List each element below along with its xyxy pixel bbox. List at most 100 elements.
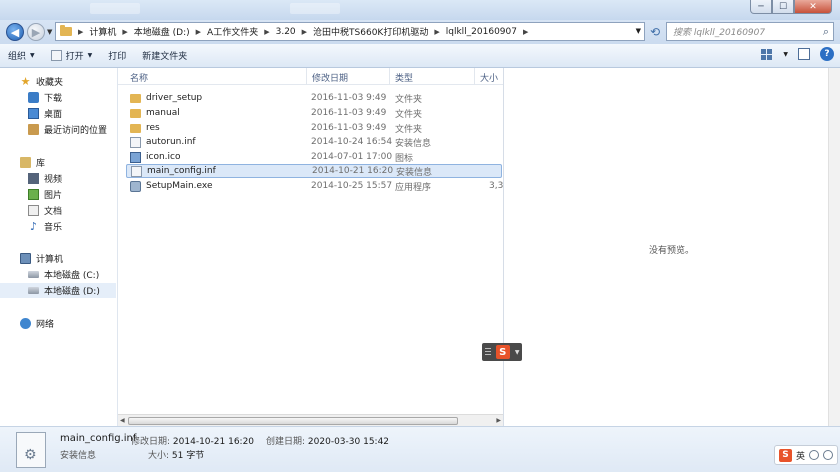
breadcrumb-current[interactable]: lqlkll_20160907	[446, 27, 517, 37]
column-header-type[interactable]: 类型	[395, 71, 413, 84]
column-divider[interactable]	[389, 68, 390, 85]
file-date: 2014-10-21 16:20	[312, 166, 394, 176]
file-date: 2016-11-03 9:49	[311, 123, 387, 133]
chevron-right-icon[interactable]: ▶	[122, 28, 127, 36]
ime-status-tray[interactable]: S 英	[773, 445, 838, 465]
file-date: 2016-11-03 9:49	[311, 93, 387, 103]
file-row[interactable]: driver_setup 2016-11-03 9:49 文件夹	[126, 91, 502, 105]
column-header-name[interactable]: 名称	[130, 71, 148, 84]
emoji-icon[interactable]	[823, 450, 833, 460]
picture-icon	[28, 189, 39, 200]
detail-modified-label: 修改日期:	[131, 437, 171, 447]
sidebar-item-drive-d[interactable]: 本地磁盘 (D:)	[0, 283, 116, 298]
sidebar-item-label: 下载	[44, 94, 63, 104]
sidebar-item-documents[interactable]: 文档	[28, 203, 62, 218]
breadcrumb-printer-driver[interactable]: 沧田中税TS660K打印机驱动	[313, 25, 428, 38]
sidebar-item-computer[interactable]: 计算机	[20, 251, 63, 266]
chevron-right-icon[interactable]: ▶	[196, 28, 201, 36]
sidebar-item-downloads[interactable]: 下载	[28, 90, 62, 105]
vertical-scrollbar[interactable]	[828, 68, 840, 426]
sidebar-item-favorites[interactable]: ★ 收藏夹	[20, 74, 63, 89]
sidebar-item-label: 本地磁盘 (C:)	[44, 271, 100, 281]
title-bar: ─ ☐ ✕	[0, 0, 840, 20]
sidebar-item-music[interactable]: ♪ 音乐	[28, 219, 62, 234]
ime-toolbar[interactable]: S ▼	[482, 343, 522, 361]
sidebar-item-label: 本地磁盘 (D:)	[44, 287, 100, 297]
detail-modified: 修改日期: 2014-10-21 16:20	[131, 434, 254, 447]
sogou-icon[interactable]: S	[778, 448, 792, 462]
network-icon	[20, 318, 31, 329]
chevron-down-icon: ▼	[87, 52, 93, 59]
organize-button[interactable]: 组织 ▼	[0, 44, 43, 68]
column-divider[interactable]	[474, 68, 475, 85]
forward-button[interactable]: ▶	[27, 23, 45, 41]
maximize-button[interactable]: ☐	[772, 0, 794, 14]
refresh-icon[interactable]: ⟲	[647, 24, 663, 40]
scroll-right-icon[interactable]: ▶	[496, 417, 501, 424]
file-row[interactable]: manual 2016-11-03 9:49 文件夹	[126, 106, 502, 120]
detail-file-name: main_config.inf	[60, 433, 137, 444]
chevron-right-icon[interactable]: ▶	[434, 28, 439, 36]
address-bar[interactable]: ▶ 计算机 ▶ 本地磁盘 (D:) ▶ A工作文件夹 ▶ 3.20 ▶ 沧田中税…	[55, 22, 645, 41]
breadcrumb-computer[interactable]: 计算机	[89, 25, 116, 38]
file-size: 3,3	[489, 181, 504, 191]
change-view-icon[interactable]	[759, 47, 773, 61]
address-dropdown-icon[interactable]: ▼	[636, 27, 641, 35]
view-dropdown-icon[interactable]: ▼	[783, 51, 788, 58]
close-button[interactable]: ✕	[794, 0, 832, 14]
open-file-icon	[50, 50, 62, 61]
scrollbar-thumb[interactable]	[128, 417, 458, 425]
language-indicator[interactable]: 英	[796, 449, 805, 462]
history-dropdown-icon[interactable]: ▼	[47, 28, 52, 36]
horizontal-scrollbar[interactable]: ◀ ▶	[118, 414, 503, 426]
sidebar-item-desktop[interactable]: 桌面	[28, 106, 62, 121]
breadcrumb-work-folder[interactable]: A工作文件夹	[207, 25, 258, 38]
file-row[interactable]: autorun.inf 2014-10-24 16:54 安装信息	[126, 135, 502, 149]
search-icon[interactable]: ⌕	[823, 25, 829, 39]
no-preview-message: 没有预览。	[649, 246, 695, 256]
sidebar-item-pictures[interactable]: 图片	[28, 187, 62, 202]
breadcrumb-320[interactable]: 3.20	[276, 27, 296, 37]
file-row[interactable]: res 2016-11-03 9:49 文件夹	[126, 121, 502, 135]
file-name: icon.ico	[146, 152, 181, 162]
chevron-right-icon[interactable]: ▶	[302, 28, 307, 36]
column-header-row: 名称 修改日期 类型 大小	[118, 68, 503, 85]
file-row[interactable]: icon.ico 2014-07-01 17:00 图标	[126, 150, 502, 164]
punctuation-icon[interactable]	[809, 450, 819, 460]
recent-places-icon	[28, 124, 39, 135]
sidebar-item-label: 网络	[36, 320, 55, 330]
file-row[interactable]: SetupMain.exe 2014-10-25 15:57 应用程序 3,3	[126, 179, 504, 193]
file-row-selected[interactable]: main_config.inf 2014-10-21 16:20 安装信息	[126, 164, 502, 178]
download-icon	[28, 92, 39, 103]
chevron-down-icon[interactable]: ▼	[515, 349, 520, 356]
column-header-size[interactable]: 大小	[480, 71, 498, 84]
new-folder-button[interactable]: 新建文件夹	[134, 44, 195, 68]
sidebar-item-libraries[interactable]: 库	[20, 155, 45, 170]
chevron-right-icon[interactable]: ▶	[264, 28, 269, 36]
sidebar-item-drive-c[interactable]: 本地磁盘 (C:)	[28, 267, 99, 282]
sidebar-item-network[interactable]: 网络	[20, 316, 54, 331]
sidebar-item-videos[interactable]: 视频	[28, 171, 62, 186]
preview-pane-icon[interactable]	[798, 48, 810, 60]
video-icon	[28, 173, 39, 184]
chevron-right-icon[interactable]: ▶	[78, 28, 83, 36]
chevron-right-icon[interactable]: ▶	[523, 28, 528, 36]
column-divider[interactable]	[306, 68, 307, 85]
detail-created-value: 2020-03-30 15:42	[307, 437, 390, 447]
scroll-left-icon[interactable]: ◀	[120, 417, 125, 424]
sogou-icon[interactable]: S	[495, 345, 510, 359]
drive-icon	[28, 287, 39, 294]
computer-icon	[20, 253, 31, 264]
minimize-button[interactable]: ─	[750, 0, 772, 14]
search-input[interactable]: 搜索 lqlkll_20160907 ⌕	[666, 22, 834, 41]
print-button[interactable]: 打印	[100, 44, 134, 68]
open-button[interactable]: 打开 ▼	[43, 44, 101, 68]
back-button[interactable]: ◀	[6, 23, 24, 41]
breadcrumb-drive-d[interactable]: 本地磁盘 (D:)	[134, 25, 190, 38]
sidebar-item-recent[interactable]: 最近访问的位置	[28, 122, 107, 137]
drag-handle-icon[interactable]	[484, 348, 491, 356]
help-icon[interactable]: ?	[820, 47, 834, 61]
file-name: autorun.inf	[146, 137, 196, 147]
detail-file-type: 安装信息	[60, 451, 97, 461]
column-header-modified[interactable]: 修改日期	[312, 71, 348, 84]
